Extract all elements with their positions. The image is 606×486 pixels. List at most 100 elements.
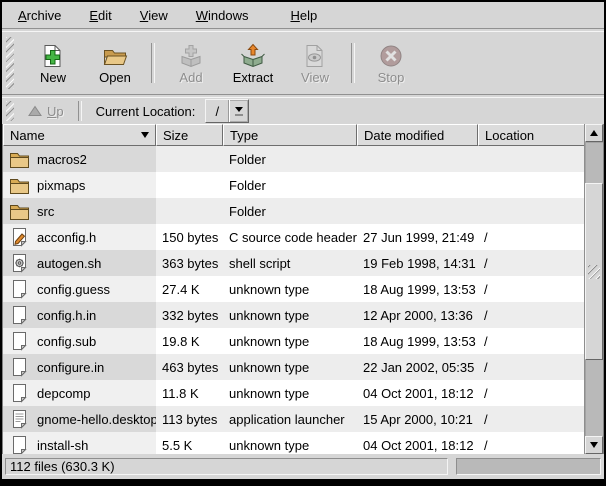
cell-location: / xyxy=(478,406,584,432)
column-header-label: Name xyxy=(10,128,45,143)
menu-item-view[interactable]: View xyxy=(130,4,178,27)
cell-date xyxy=(357,146,478,172)
cell-size: 363 bytes xyxy=(156,250,223,276)
toolbar-button-label: Add xyxy=(179,71,202,85)
table-row[interactable]: depcomp11.8 Kunknown type04 Oct 2001, 18… xyxy=(3,380,584,406)
toolbar-button-add: Add xyxy=(163,37,219,89)
cell-location: / xyxy=(478,328,584,354)
cell-location: / xyxy=(478,380,584,406)
cell-date: 04 Oct 2001, 18:12 xyxy=(357,432,478,454)
cell-date: 27 Jun 1999, 21:49 xyxy=(357,224,478,250)
column-header-name[interactable]: Name xyxy=(3,124,156,146)
column-header-location[interactable]: Location xyxy=(478,124,584,146)
cell-location: / xyxy=(478,432,584,454)
folder-icon xyxy=(8,200,30,222)
document-icon xyxy=(8,434,30,454)
table-row[interactable]: config.guess27.4 Kunknown type18 Aug 199… xyxy=(3,276,584,302)
cell-name: acconfig.h xyxy=(3,224,156,250)
file-list-area: Name Size Type Date modified Location macros… xyxy=(2,124,604,454)
table-row[interactable]: autogen.sh363 bytesshell script19 Feb 19… xyxy=(3,250,584,276)
c-source-header-icon xyxy=(8,226,30,248)
cell-name: config.sub xyxy=(3,328,156,354)
stop-icon xyxy=(378,42,404,70)
toolbar-button-label: Open xyxy=(99,71,131,85)
scrollbar-grip-icon xyxy=(588,265,600,279)
status-message: 112 files (630.3 K) xyxy=(10,459,115,474)
vertical-scrollbar[interactable] xyxy=(584,124,603,454)
cell-type: shell script xyxy=(223,250,357,276)
cell-type: unknown type xyxy=(223,328,357,354)
column-header-label: Size xyxy=(163,128,188,143)
file-name: src xyxy=(37,204,54,219)
cell-date: 18 Aug 1999, 13:53 xyxy=(357,328,478,354)
location-bar-divider xyxy=(78,101,82,121)
table-row[interactable]: config.sub19.8 Kunknown type18 Aug 1999,… xyxy=(3,328,584,354)
column-header-date-modified[interactable]: Date modified xyxy=(357,124,478,146)
cell-size: 113 bytes xyxy=(156,406,223,432)
new-archive-icon xyxy=(40,42,66,70)
cell-size xyxy=(156,198,223,224)
menu-item-windows[interactable]: Windows xyxy=(186,4,259,27)
cell-size: 5.5 K xyxy=(156,432,223,454)
cell-size: 11.8 K xyxy=(156,380,223,406)
toolbar-drag-handle[interactable] xyxy=(6,37,14,89)
file-name: macros2 xyxy=(37,152,87,167)
file-name: depcomp xyxy=(37,386,90,401)
file-name: configure.in xyxy=(37,360,104,375)
table-row[interactable]: acconfig.h150 bytesC source code header2… xyxy=(3,224,584,250)
cell-type: unknown type xyxy=(223,380,357,406)
cell-date xyxy=(357,198,478,224)
combobox-dropdown-icon[interactable] xyxy=(229,100,248,122)
document-icon xyxy=(8,278,30,300)
cell-location xyxy=(478,146,584,172)
scrollbar-thumb[interactable] xyxy=(585,183,603,360)
scroll-down-button[interactable] xyxy=(585,436,603,454)
current-location-label: Current Location: xyxy=(96,104,196,119)
toolbar: New Open Add ExtractView Stop xyxy=(2,32,604,94)
scroll-up-button[interactable] xyxy=(585,124,603,142)
table-row[interactable]: pixmapsFolder xyxy=(3,172,584,198)
cell-type: unknown type xyxy=(223,302,357,328)
folder-icon xyxy=(8,148,30,170)
toolbar-button-stop: Stop xyxy=(363,37,419,89)
status-message-frame: 112 files (630.3 K) xyxy=(5,458,448,475)
location-combobox[interactable]: / xyxy=(205,99,249,123)
table-row[interactable]: install-sh5.5 Kunknown type04 Oct 2001, … xyxy=(3,432,584,454)
cell-name: config.h.in xyxy=(3,302,156,328)
cell-date: 18 Aug 1999, 13:53 xyxy=(357,276,478,302)
toolbar-button-open[interactable]: Open xyxy=(87,37,143,89)
cell-type: unknown type xyxy=(223,354,357,380)
toolbar-button-view: View xyxy=(287,37,343,89)
scrollbar-track[interactable] xyxy=(585,142,603,436)
table-row[interactable]: gnome-hello.desktop113 bytesapplication … xyxy=(3,406,584,432)
menu-item-edit[interactable]: Edit xyxy=(79,4,121,27)
toolbar-separator xyxy=(351,43,355,83)
file-name: gnome-hello.desktop xyxy=(37,412,156,427)
toolbar-button-new[interactable]: New xyxy=(25,37,81,89)
cell-size: 463 bytes xyxy=(156,354,223,380)
table-header: Name Size Type Date modified Location xyxy=(3,124,584,146)
column-header-size[interactable]: Size xyxy=(156,124,223,146)
column-header-label: Date modified xyxy=(364,128,444,143)
file-list-viewport: Name Size Type Date modified Location macros… xyxy=(3,124,584,454)
cell-size: 19.8 K xyxy=(156,328,223,354)
toolbar-button-extract[interactable]: Extract xyxy=(225,37,281,89)
table-row[interactable]: macros2Folder xyxy=(3,146,584,172)
menu-item-archive[interactable]: Archive xyxy=(8,4,71,27)
cell-date: 15 Apr 2000, 10:21 xyxy=(357,406,478,432)
table-row[interactable]: config.h.in332 bytesunknown type12 Apr 2… xyxy=(3,302,584,328)
shell-script-icon xyxy=(8,252,30,274)
cell-location: / xyxy=(478,224,584,250)
cell-name: macros2 xyxy=(3,146,156,172)
menu-item-help[interactable]: Help xyxy=(280,4,327,27)
toolbar-button-label: New xyxy=(40,71,66,85)
cell-type: C source code header xyxy=(223,224,357,250)
column-header-label: Type xyxy=(230,128,258,143)
table-row[interactable]: srcFolder xyxy=(3,198,584,224)
cell-location: / xyxy=(478,250,584,276)
column-header-type[interactable]: Type xyxy=(223,124,357,146)
cell-size: 332 bytes xyxy=(156,302,223,328)
table-row[interactable]: configure.in463 bytesunknown type22 Jan … xyxy=(3,354,584,380)
location-bar-drag-handle[interactable] xyxy=(6,101,14,121)
file-name: install-sh xyxy=(37,438,88,453)
